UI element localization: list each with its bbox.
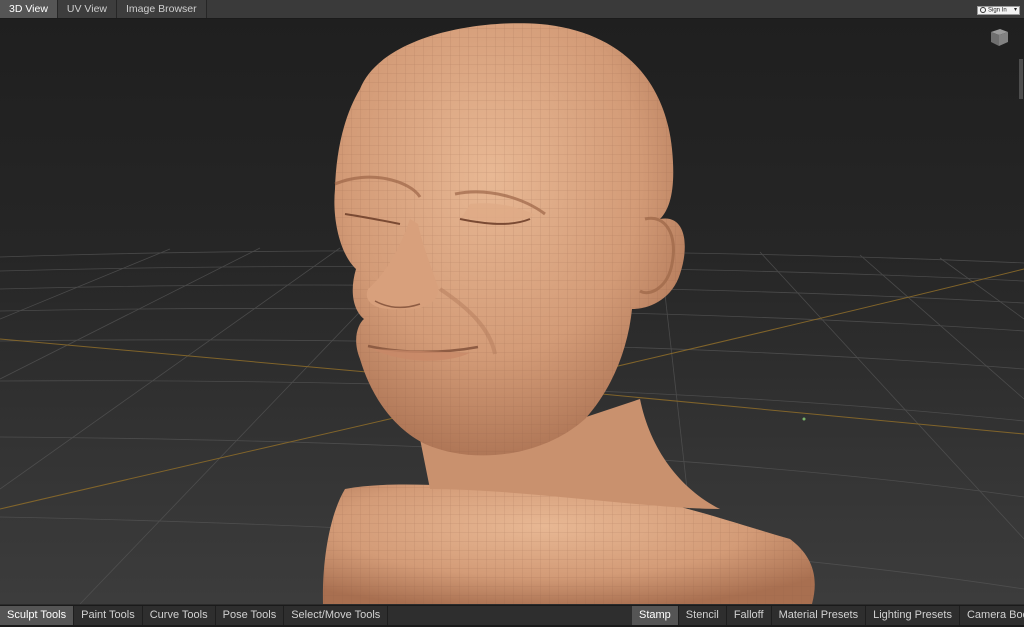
tab-image-browser[interactable]: Image Browser — [117, 0, 207, 18]
bottom-tab-bar: Sculpt Tools Paint Tools Curve Tools Pos… — [0, 605, 1024, 627]
tab-uv-view[interactable]: UV View — [57, 0, 117, 18]
tab-stencil[interactable]: Stencil — [679, 606, 727, 625]
view-cube-icon[interactable] — [988, 27, 1010, 47]
viewport-scroll-handle[interactable] — [1019, 59, 1023, 99]
preset-tabs: Stamp Stencil Falloff Material Presets L… — [632, 606, 1024, 625]
sign-in-label: Sign In — [988, 7, 1007, 14]
top-tab-bar: 3D View UV View Image Browser Sign In ▾ — [0, 0, 1024, 19]
tab-3d-view[interactable]: 3D View — [0, 0, 58, 18]
tab-pose-tools[interactable]: Pose Tools — [216, 606, 285, 625]
view-tabs: 3D View UV View Image Browser — [0, 0, 207, 18]
tab-lighting-presets[interactable]: Lighting Presets — [866, 606, 960, 625]
tool-tabs: Sculpt Tools Paint Tools Curve Tools Pos… — [0, 606, 389, 625]
tab-curve-tools[interactable]: Curve Tools — [143, 606, 216, 625]
head-model[interactable] — [322, 23, 815, 604]
sign-in-dropdown[interactable]: Sign In ▾ — [977, 6, 1020, 15]
pivot-marker — [802, 417, 806, 421]
user-icon — [980, 7, 986, 13]
tab-sculpt-tools[interactable]: Sculpt Tools — [0, 606, 75, 625]
3d-viewport[interactable] — [0, 19, 1024, 604]
tab-stamp[interactable]: Stamp — [632, 606, 679, 625]
viewport-scene — [0, 23, 1024, 604]
tab-material-presets[interactable]: Material Presets — [772, 606, 867, 625]
chevron-down-icon: ▾ — [1013, 7, 1017, 13]
tab-select-move-tools[interactable]: Select/Move Tools — [284, 606, 389, 625]
tab-falloff[interactable]: Falloff — [727, 606, 772, 625]
tab-paint-tools[interactable]: Paint Tools — [74, 606, 143, 625]
tab-camera-bookmarks[interactable]: Camera Boo — [960, 606, 1024, 625]
